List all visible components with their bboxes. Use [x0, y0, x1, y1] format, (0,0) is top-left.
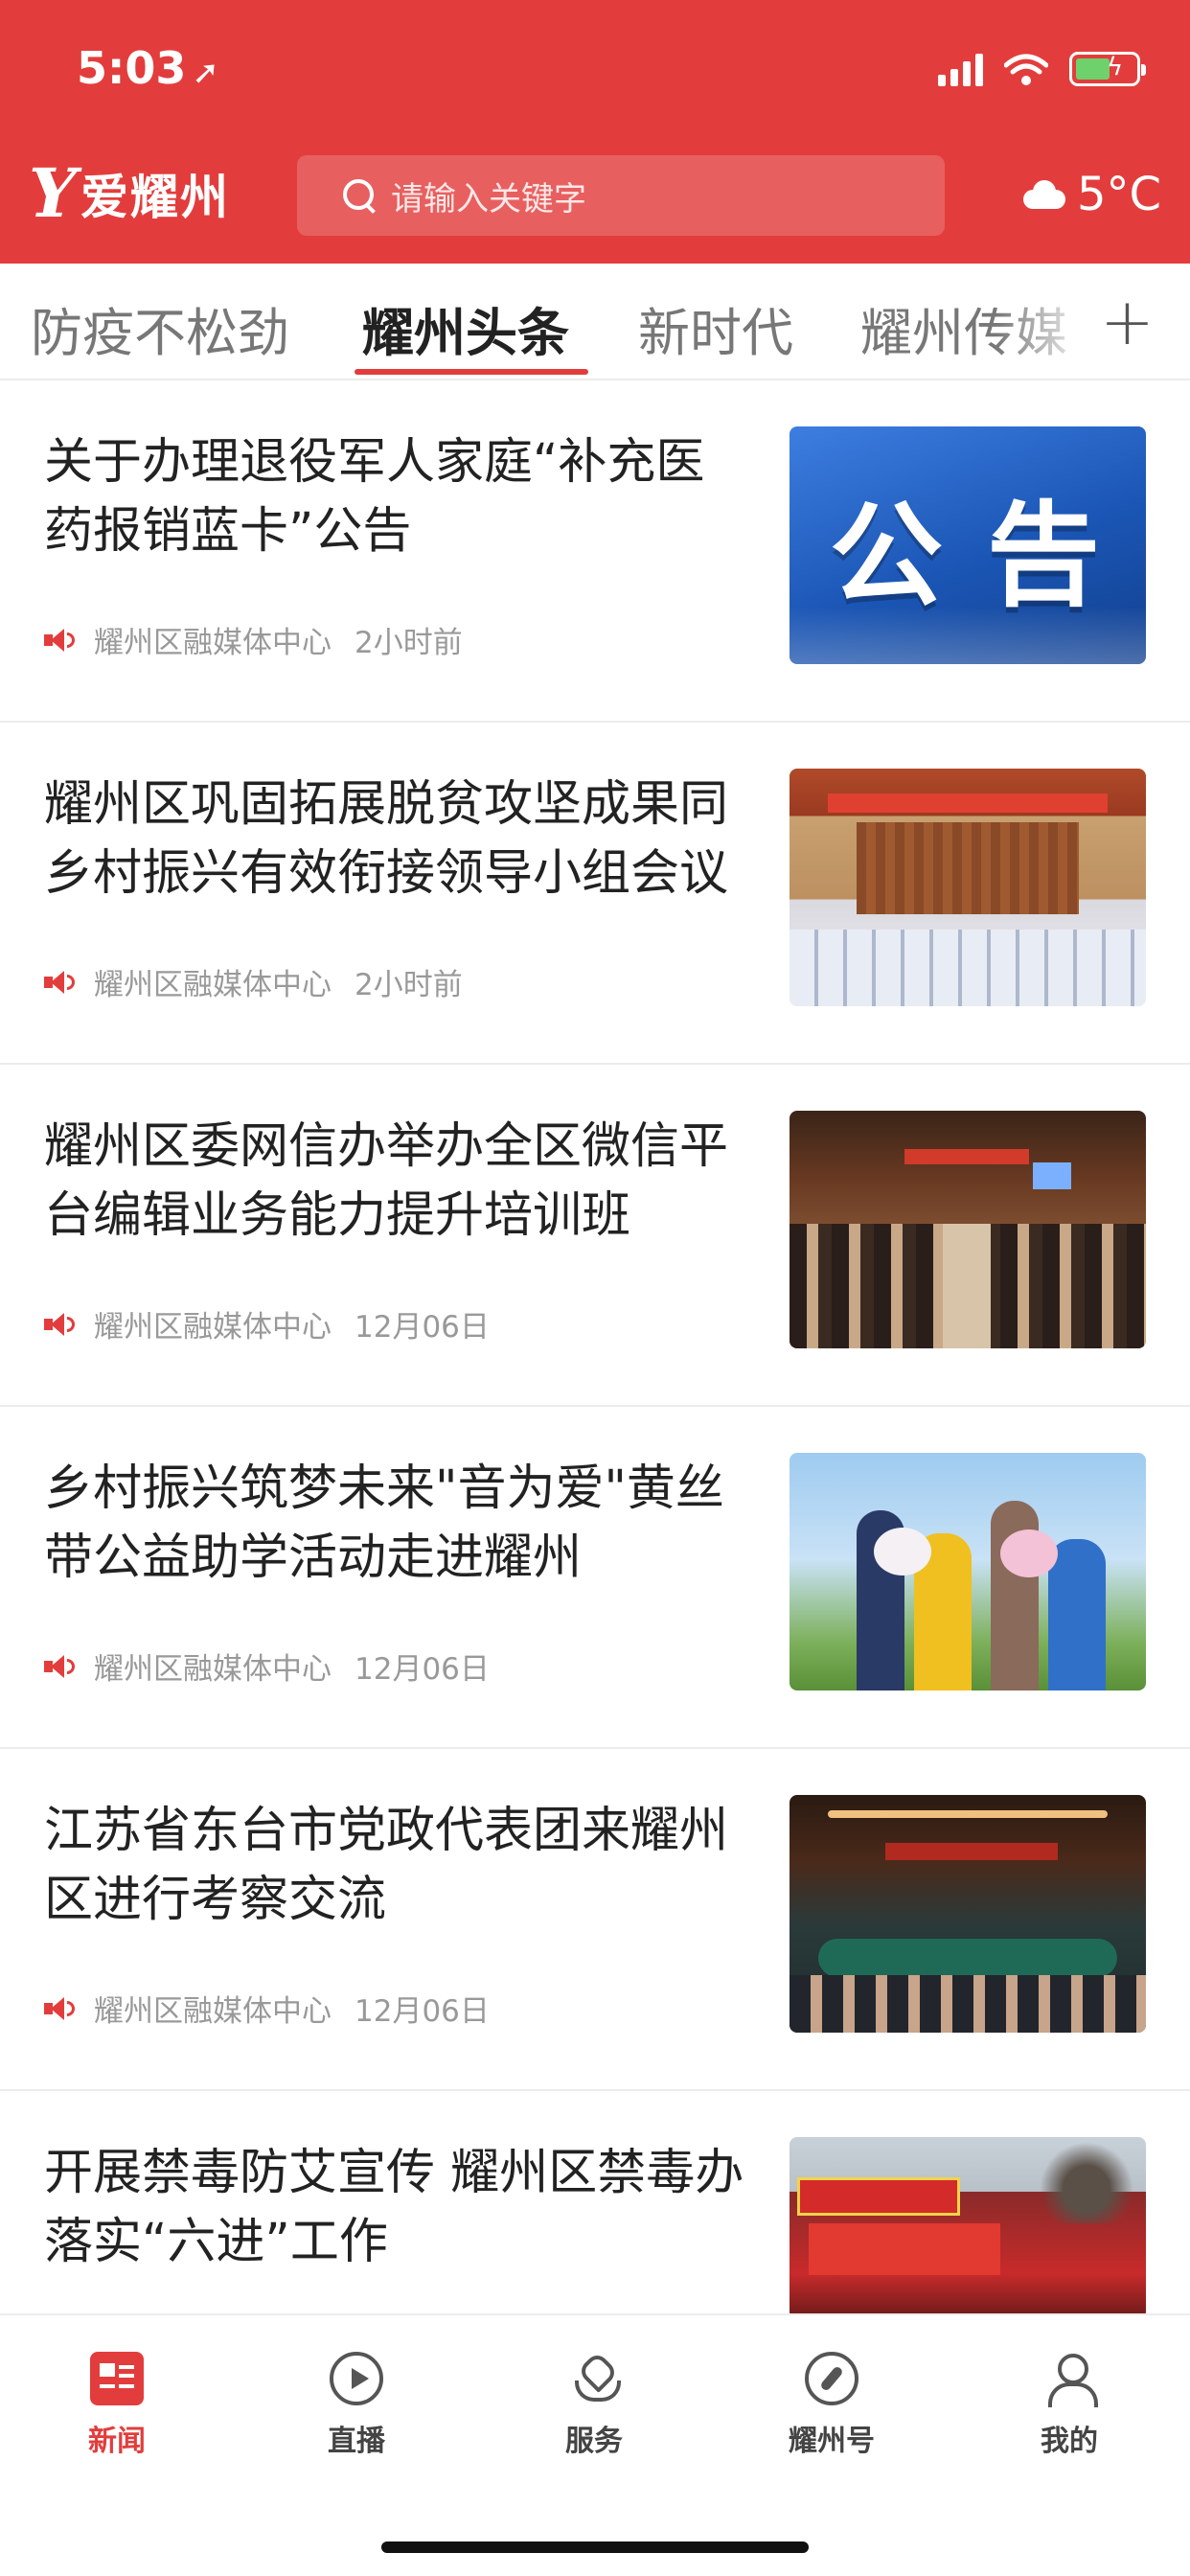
speaker-icon[interactable]: [44, 970, 75, 995]
news-source: 耀州区融媒体中心: [94, 1652, 332, 1687]
news-title: 乡村振兴筑梦未来"音为爱"黄丝带公益助学活动走进耀州: [44, 1460, 724, 1586]
nav-live[interactable]: 直播: [280, 2352, 433, 2459]
news-thumbnail: 公告: [790, 426, 1146, 664]
home-indicator[interactable]: [381, 2542, 809, 2553]
news-meta: 耀州区融媒体中心 12月06日: [44, 1644, 490, 1688]
nav-label: 服务: [565, 2425, 623, 2458]
news-time: 2小时前: [355, 626, 463, 660]
news-item[interactable]: 耀州区委网信办举办全区微信平台编辑业务能力提升培训班 耀州区融媒体中心 12月0…: [0, 1065, 1190, 1407]
news-thumbnail: [790, 769, 1146, 1006]
news-source: 耀州区融媒体中心: [94, 968, 332, 1002]
cellular-signal-icon: [938, 54, 983, 86]
active-tab-indicator: [355, 369, 588, 375]
news-time: 2小时前: [355, 968, 463, 1002]
news-time: 12月06日: [355, 1310, 490, 1345]
news-source: 耀州区融媒体中心: [94, 626, 332, 660]
temperature: 5°C: [1076, 168, 1161, 221]
cloud-icon: [1019, 180, 1067, 209]
speaker-icon[interactable]: [44, 1654, 75, 1679]
speaker-icon[interactable]: [44, 628, 75, 653]
news-title: 耀州区委网信办举办全区微信平台编辑业务能力提升培训班: [44, 1118, 729, 1244]
nav-label: 直播: [328, 2425, 385, 2458]
news-source: 耀州区融媒体中心: [94, 1310, 332, 1345]
news-item[interactable]: 开展禁毒防艾宣传 耀州区禁毒办落实“六进”工作: [0, 2091, 1190, 2319]
status-icons: ϟ: [938, 52, 1146, 86]
notice-thumbnail-text: 公告: [829, 489, 1144, 622]
status-time-text: 5:03: [77, 42, 187, 94]
add-channel-icon[interactable]: +: [1100, 285, 1155, 360]
nav-label: 我的: [1041, 2425, 1098, 2458]
tab-new-era[interactable]: 新时代: [638, 290, 793, 366]
news-thumbnail: [790, 2137, 1146, 2319]
news-meta: 耀州区融媒体中心 12月06日: [44, 1987, 490, 2030]
battery-icon: ϟ: [1069, 52, 1146, 86]
news-icon: [90, 2352, 144, 2405]
weather-widget[interactable]: 5°C: [1019, 168, 1161, 221]
news-meta: 耀州区融媒体中心 12月06日: [44, 1302, 490, 1346]
news-item[interactable]: 江苏省东台市党政代表团来耀州区进行考察交流 耀州区融媒体中心 12月06日: [0, 1749, 1190, 2091]
compass-icon: [805, 2352, 858, 2405]
nav-yaozhou-account[interactable]: 耀州号: [755, 2352, 908, 2459]
logo-text: 爱耀州: [80, 169, 230, 225]
bottom-navigation: 新闻 直播 服务 耀州号 我的: [0, 2313, 1190, 2576]
wifi-icon: [1004, 54, 1048, 85]
location-arrow-icon: ➚: [192, 54, 219, 92]
channel-tabs: 防疫不松劲 耀州头条 新时代 耀州传媒 +: [0, 264, 1190, 380]
service-icon: [567, 2352, 621, 2405]
news-item[interactable]: 耀州区巩固拓展脱贫攻坚成果同乡村振兴有效衔接领导小组会议 耀州区融媒体中心 2小…: [0, 723, 1190, 1065]
news-thumbnail: [790, 1453, 1146, 1690]
nav-mine[interactable]: 我的: [993, 2352, 1146, 2459]
user-icon: [1042, 2352, 1098, 2407]
nav-service[interactable]: 服务: [517, 2352, 671, 2459]
news-title: 关于办理退役军人家庭“补充医药报销蓝卡”公告: [44, 434, 705, 560]
search-placeholder: 请输入关键字: [391, 179, 586, 218]
speaker-icon[interactable]: [44, 1996, 75, 2021]
news-item[interactable]: 关于办理退役军人家庭“补充医药报销蓝卡”公告 耀州区融媒体中心 2小时前 公告: [0, 380, 1190, 723]
news-meta: 耀州区融媒体中心 2小时前: [44, 618, 463, 661]
tabs-fade: [996, 264, 1092, 379]
news-meta: 耀州区融媒体中心 2小时前: [44, 960, 463, 1003]
tab-headlines[interactable]: 耀州头条: [362, 290, 569, 366]
news-time: 12月06日: [355, 1994, 490, 2029]
play-icon: [330, 2352, 383, 2405]
logo-mark: Y: [29, 153, 77, 233]
news-item[interactable]: 乡村振兴筑梦未来"音为爱"黄丝带公益助学活动走进耀州 耀州区融媒体中心 12月0…: [0, 1407, 1190, 1749]
news-time: 12月06日: [355, 1652, 490, 1687]
news-source: 耀州区融媒体中心: [94, 1994, 332, 2029]
nav-label: 耀州号: [789, 2425, 875, 2458]
news-thumbnail: [790, 1795, 1146, 2033]
news-title: 江苏省东台市党政代表团来耀州区进行考察交流: [44, 1803, 729, 1928]
nav-news[interactable]: 新闻: [40, 2352, 194, 2459]
speaker-icon[interactable]: [44, 1312, 75, 1337]
search-icon: [341, 177, 378, 214]
news-title: 耀州区巩固拓展脱贫攻坚成果同乡村振兴有效衔接领导小组会议: [44, 776, 729, 902]
search-bar[interactable]: 请输入关键字: [297, 155, 945, 236]
news-thumbnail: [790, 1111, 1146, 1348]
status-time: 5:03 ➚: [77, 42, 219, 94]
nav-label: 新闻: [88, 2425, 146, 2458]
tab-epidemic[interactable]: 防疫不松劲: [31, 290, 289, 366]
news-title: 开展禁毒防艾宣传 耀州区禁毒办落实“六进”工作: [44, 2145, 744, 2270]
app-header: 5:03 ➚ ϟ Y 爱耀州 请输入关键字 5°C: [0, 0, 1190, 264]
app-logo[interactable]: Y 爱耀州: [29, 159, 230, 228]
